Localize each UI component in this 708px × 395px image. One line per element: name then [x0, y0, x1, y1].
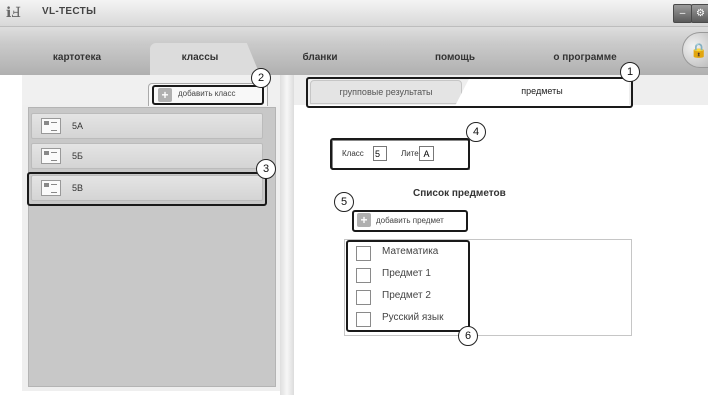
class-label: 5А — [72, 121, 84, 131]
subject-item-russkiy[interactable]: Русский язык — [356, 309, 466, 329]
add-subject-label: добавить предмет — [376, 216, 444, 225]
class-card-icon — [41, 118, 61, 134]
callout-6: 6 — [458, 326, 478, 346]
subject-item-matematika[interactable]: Математика — [356, 243, 466, 263]
class-row-5a[interactable]: 5А — [31, 113, 263, 139]
callout-1: 1 — [620, 62, 640, 82]
callout-2: 2 — [251, 68, 271, 88]
callout-3: 3 — [256, 159, 276, 179]
app-logo-icon: ℹℲ — [6, 5, 22, 21]
subject-label: Предмет 2 — [382, 290, 431, 301]
class-card-icon — [41, 148, 61, 164]
panel-divider[interactable] — [280, 75, 294, 395]
subject-checkbox[interactable] — [356, 312, 371, 327]
class-number-input[interactable] — [373, 146, 387, 161]
menu-item-blanki[interactable]: бланки — [285, 52, 355, 63]
plus-icon: + — [357, 213, 371, 227]
subject-item-predmet2[interactable]: Предмет 2 — [356, 287, 466, 307]
selected-class-outline — [27, 172, 267, 206]
subject-label: Предмет 1 — [382, 268, 431, 279]
class-details-panel — [294, 75, 708, 395]
subject-label: Русский язык — [382, 312, 444, 323]
class-label: 5Б — [72, 151, 83, 161]
class-row-5b[interactable]: 5Б — [31, 143, 263, 169]
tabs-outline — [306, 77, 633, 108]
app-title: VL-ТЕСТЫ — [42, 6, 97, 17]
subject-checkbox[interactable] — [356, 268, 371, 283]
add-class-label: добавить класс — [178, 89, 236, 98]
header-band — [0, 27, 708, 45]
menu-item-pomosch[interactable]: помощь — [420, 52, 490, 63]
class-field-label: Класс — [342, 149, 364, 158]
plus-icon: + — [158, 88, 172, 102]
subjects-list-title: Список предметов — [413, 188, 506, 199]
subject-checkbox[interactable] — [356, 246, 371, 261]
menu-item-o-programme[interactable]: о программе — [535, 52, 635, 63]
callout-4: 4 — [466, 122, 486, 142]
subject-checkbox[interactable] — [356, 290, 371, 305]
subject-label: Математика — [382, 246, 439, 257]
minimize-button[interactable]: ‒ — [673, 4, 692, 23]
lock-icon: 🔒 — [690, 42, 708, 58]
menu-item-kartoteka[interactable]: картотека — [32, 52, 122, 63]
subject-item-predmet1[interactable]: Предмет 1 — [356, 265, 466, 285]
callout-5: 5 — [334, 192, 354, 212]
menu-item-klassy[interactable]: классы — [155, 52, 245, 63]
liter-input[interactable] — [419, 146, 434, 161]
title-bar — [0, 0, 708, 27]
settings-gear-icon[interactable]: ⚙ — [691, 4, 708, 23]
